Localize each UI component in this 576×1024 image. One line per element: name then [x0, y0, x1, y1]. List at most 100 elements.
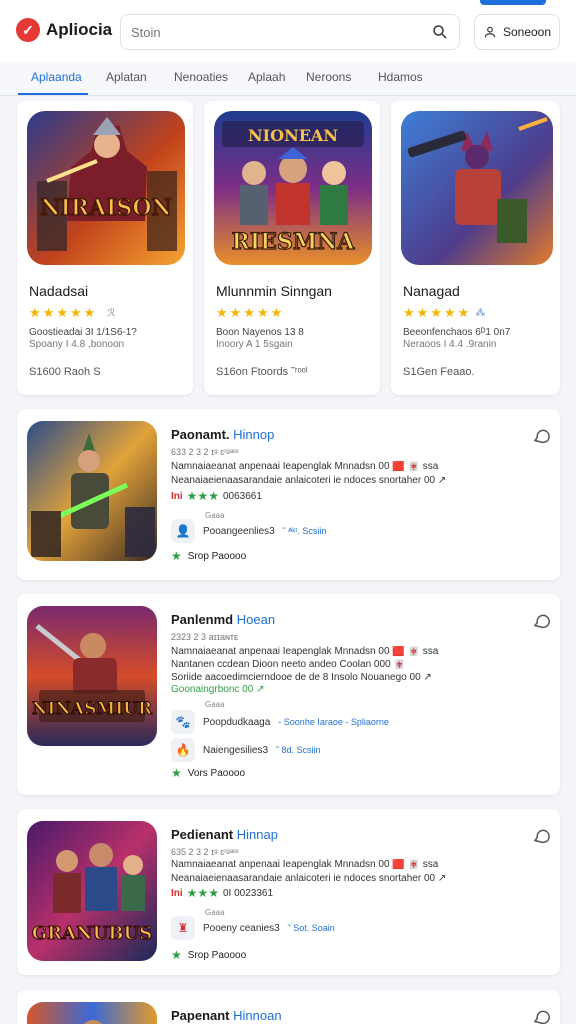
price-label: Srop Paoooo [187, 949, 247, 961]
app-logo[interactable]: ✓ Apliocia [16, 18, 112, 42]
search-box[interactable] [120, 14, 460, 50]
tab-3[interactable]: Nenoaties [174, 70, 228, 84]
game-price: S16on Ftoords ˜ʳᵒᵒˡ [216, 366, 308, 378]
top-accent-strip [480, 0, 546, 5]
game-cover-image[interactable] [401, 111, 553, 265]
star-icon: ★ [457, 305, 470, 320]
comment-icon[interactable] [532, 827, 550, 845]
developer-row[interactable]: ♜ Pooeny ceanies3 ˜ Sot. Soain [171, 916, 335, 940]
game-title[interactable]: Panlenmd Hoean [171, 612, 275, 627]
rating-prefix: Ini [171, 887, 183, 899]
developer-avatar-icon: 🔥 [171, 738, 195, 762]
cover-art-text: NINASMIUR [32, 699, 153, 719]
tab-1[interactable]: Aplaanda [31, 70, 82, 84]
developer-avatar-icon: 👤 [171, 519, 195, 543]
tab-6[interactable]: Hdamos [378, 70, 423, 84]
star-icon: ★ [171, 549, 182, 563]
tab-5[interactable]: Neroons [306, 70, 351, 84]
game-list-item[interactable]: Paonamt. Hinnop 633 2 3 2 ɪᵍ ɛʳᵍᵃᵗᵉ Namn… [17, 409, 560, 580]
price-row[interactable]: ★ Vors Paoooo [171, 766, 245, 780]
game-description-line: Soriide aacoedimcierndooe de de 8 Insolo… [171, 672, 432, 683]
star-icon: ★ [430, 305, 442, 320]
game-list-item[interactable]: Papenant Hinnoan [17, 990, 560, 1024]
star-icon: ★ [216, 305, 228, 320]
game-cover-image[interactable] [27, 1002, 157, 1024]
category-tabs: Aplaanda Aplatan Nenoaties Aplaah Neroon… [0, 62, 576, 96]
game-list-item[interactable]: NINASMIUR Panlenmd Hoean 2323 2 3 aɪɪaɴᴛ… [17, 594, 560, 795]
star-icon: ★ [171, 948, 182, 962]
star-icon: ★ [270, 305, 283, 320]
price-label: Vors Paoooo [187, 767, 246, 779]
price-row[interactable]: ★ Srop Paoooo [171, 948, 246, 962]
star-icon: ★★★ [186, 489, 219, 503]
comment-icon[interactable] [532, 612, 550, 630]
game-title[interactable]: Pedienant Hinnap [171, 827, 278, 842]
game-list-item[interactable]: GRANUBUS Pedienant Hinnap 635 2 3 2 ɪᵍ ɛ… [17, 809, 560, 975]
rating-count: 0063661 [222, 490, 262, 502]
search-icon[interactable] [431, 23, 449, 41]
signin-button[interactable]: Soneoon [474, 14, 560, 50]
game-rating-row: Ini ★★★ 0063661 [171, 489, 262, 503]
featured-card[interactable]: Nanagad ★ ★ ★ ★ ★ ⁂ Beeonfenchaos 6ᴰ1 0n7 Ne… [391, 101, 560, 395]
game-meta: 635 2 3 2 ɪᵍ ɛʳᵍᵃᵗᵉ [171, 847, 239, 857]
cover-art-text: RIESMNA [232, 229, 356, 255]
game-price: S1Gen Feaao. [403, 366, 475, 378]
game-info-line: Goostieadai 3I 1/1S6-1? [29, 327, 137, 338]
star-icon: ★ [443, 305, 456, 320]
game-description-line: Namnaiaeanat anpenaai Ieapenglak Mnnadsn… [171, 859, 439, 870]
game-cover-image[interactable] [27, 421, 157, 561]
star-icon: ★ [29, 305, 41, 320]
developer-tags: ˜ ᴬᵏᵗ. Scsiin [282, 526, 327, 536]
top-bar: ✓ Apliocia Soneoon [0, 0, 576, 62]
game-info-subline: Neraoos I 4.4 .9ranin [403, 339, 497, 350]
developer-avatar-icon: 🐾 [171, 710, 195, 734]
star-icon: ★ [229, 305, 242, 320]
star-rating: ★ ★ ★ ★ ★ [216, 305, 282, 321]
rating-extra: ⁂ [475, 307, 486, 319]
game-title[interactable]: Papenant Hinnoan [171, 1008, 282, 1023]
game-cover-image[interactable]: NIRAISON [27, 111, 185, 265]
game-title[interactable]: Nadadsai [29, 283, 88, 299]
game-cover-image[interactable]: GRANUBUS [27, 821, 157, 961]
rating-count: 0I 0023361 [222, 887, 274, 899]
featured-card[interactable]: NIRAISON Nadadsai ★ ★ ★ ★ ★ ℛ Goostieadai 3I… [17, 101, 193, 395]
cover-art-text: GRANUBUS [32, 923, 152, 944]
developer-tags: ˜ 8d. Scsiin [276, 745, 321, 755]
game-cover-image[interactable]: NIONEAN RIESMNA [214, 111, 372, 265]
game-description-line: Nantanen ccdean Dioon neeto andeo Coolan… [171, 659, 406, 670]
comment-icon[interactable] [532, 427, 550, 445]
tab-4[interactable]: Aplaah [248, 70, 285, 84]
game-cover-image[interactable]: NINASMIUR [27, 606, 157, 746]
game-description-line: Goonaingrbonc 00 ↗ [171, 684, 265, 695]
cover-art-top-text: NIONEAN [248, 126, 338, 145]
star-icon: ★ [42, 305, 55, 320]
game-info-line: Boon Nayenos 13 8 [216, 327, 304, 338]
developer-row[interactable]: 🔥 Naiengesilies3 ˜ 8d. Scsiin [171, 738, 321, 762]
game-price: S1600 Raoh S [29, 366, 101, 378]
user-icon [484, 26, 496, 38]
star-icon: ★ [403, 305, 415, 320]
star-icon: ★ [171, 766, 182, 780]
star-rating: ★ ★ ★ ★ ★ ⁂ [403, 305, 485, 321]
game-title[interactable]: Nanagad [403, 283, 460, 299]
game-info-line: Beeonfenchaos 6ᴰ1 0n7 [403, 327, 511, 338]
tab-2[interactable]: Aplatan [106, 70, 147, 84]
featured-card[interactable]: NIONEAN RIESMNA Mlunnmin Sinngan ★ ★ ★ ★ ★ B… [204, 101, 380, 395]
star-icon: ★ [256, 305, 269, 320]
developer-row[interactable]: 🐾 Poopdudkaaga - Soonhe Iaraoe - Spliaor… [171, 710, 389, 734]
comment-icon[interactable] [532, 1008, 550, 1024]
game-rating-row: Ini ★★★ 0I 0023361 [171, 886, 273, 900]
star-icon: ★ [416, 305, 429, 320]
rating-extra: ℛ [107, 307, 116, 319]
star-icon: ★ [243, 305, 255, 320]
developer-row[interactable]: 👤 Pooangeenlies3 ˜ ᴬᵏᵗ. Scsiin [171, 519, 326, 543]
search-input[interactable] [131, 24, 431, 40]
game-title[interactable]: Paonamt. Hinnop [171, 427, 274, 442]
rating-prefix: Ini [171, 490, 183, 502]
game-description-line: Namnaiaeanat anpenaai Ieapenglak Mnnadsn… [171, 461, 439, 472]
game-title[interactable]: Mlunnmin Sinngan [216, 283, 332, 299]
game-meta: 2323 2 3 aɪɪaɴᴛᴇ [171, 632, 239, 642]
price-row[interactable]: ★ Srop Paoooo [171, 549, 246, 563]
star-icon: ★★★ [186, 886, 219, 900]
game-description-line: Neanaiaeienaasarandaie anlaicoteri ie nd… [171, 475, 447, 486]
